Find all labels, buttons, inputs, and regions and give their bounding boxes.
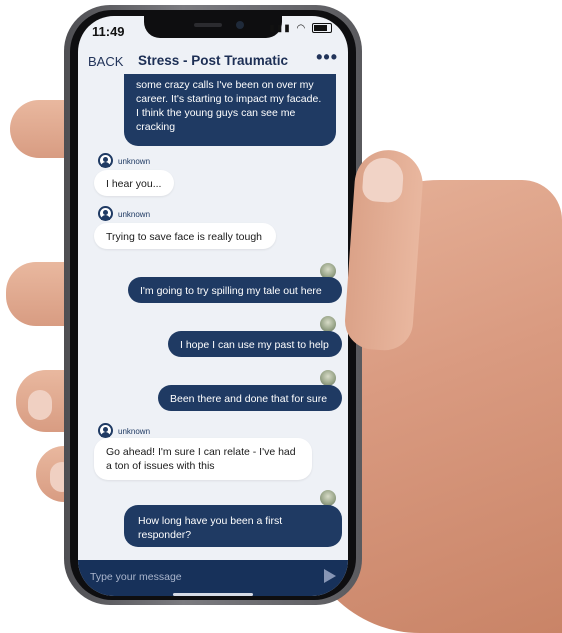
avatar-icon — [320, 316, 336, 332]
avatar-icon — [320, 490, 336, 506]
message-bubble-incoming: Go ahead! I'm sure I can relate - I've h… — [94, 438, 312, 480]
message-text: I hear you... — [106, 178, 162, 190]
message-text: Go ahead! I'm sure I can relate - I've h… — [106, 446, 296, 472]
send-icon[interactable] — [324, 569, 336, 583]
thumbnail — [361, 156, 405, 204]
phone-notch — [144, 16, 282, 38]
message-text: some crazy calls I've been on over my ca… — [136, 79, 322, 133]
avatar-icon — [98, 206, 113, 221]
speaker-grill — [194, 23, 222, 27]
avatar-icon — [320, 370, 336, 386]
message-bubble-outgoing: some crazy calls I've been on over my ca… — [124, 74, 336, 146]
message-input[interactable] — [90, 568, 310, 586]
camera-icon — [236, 21, 244, 29]
message-text: I hope I can use my past to help — [180, 339, 329, 351]
message-bubble-outgoing: I'm going to try spilling my tale out he… — [128, 277, 342, 303]
message-bubble-outgoing: How long have you been a first responder… — [124, 505, 342, 547]
sender-name: unknown — [118, 210, 151, 219]
chat-thread[interactable]: some crazy calls I've been on over my ca… — [78, 74, 348, 558]
sender-name: unknown — [118, 157, 151, 166]
status-icons: ▮▮▮ ◠ — [269, 23, 332, 34]
message-bubble-outgoing: I hope I can use my past to help — [168, 331, 342, 357]
phone-screen: 11:49 ▮▮▮ ◠ Stress - Post Traumatic BACK… — [78, 16, 348, 596]
message-bubble-incoming: Trying to save face is really tough — [94, 223, 276, 249]
back-button[interactable]: BACK — [88, 54, 123, 69]
status-time: 11:49 — [92, 24, 125, 39]
battery-icon — [312, 23, 332, 34]
message-text: How long have you been a first responder… — [138, 515, 283, 541]
message-bubble-outgoing: Been there and done that for sure — [158, 385, 342, 411]
message-text: Trying to save face is really tough — [106, 231, 263, 243]
sender-name: unknown — [118, 427, 151, 436]
fingernail — [28, 390, 52, 420]
message-text: Been there and done that for sure — [170, 393, 328, 405]
nav-bar: Stress - Post Traumatic BACK ••• — [78, 47, 348, 74]
avatar-icon — [98, 153, 113, 168]
home-indicator — [173, 593, 253, 596]
avatar-icon — [98, 423, 113, 438]
message-bubble-incoming: I hear you... — [94, 170, 174, 196]
message-composer — [78, 560, 348, 596]
signal-icon: ▮▮▮ — [269, 23, 292, 34]
wifi-icon: ◠ — [296, 23, 308, 34]
message-text: I'm going to try spilling my tale out he… — [140, 285, 322, 297]
more-icon[interactable]: ••• — [316, 47, 338, 68]
